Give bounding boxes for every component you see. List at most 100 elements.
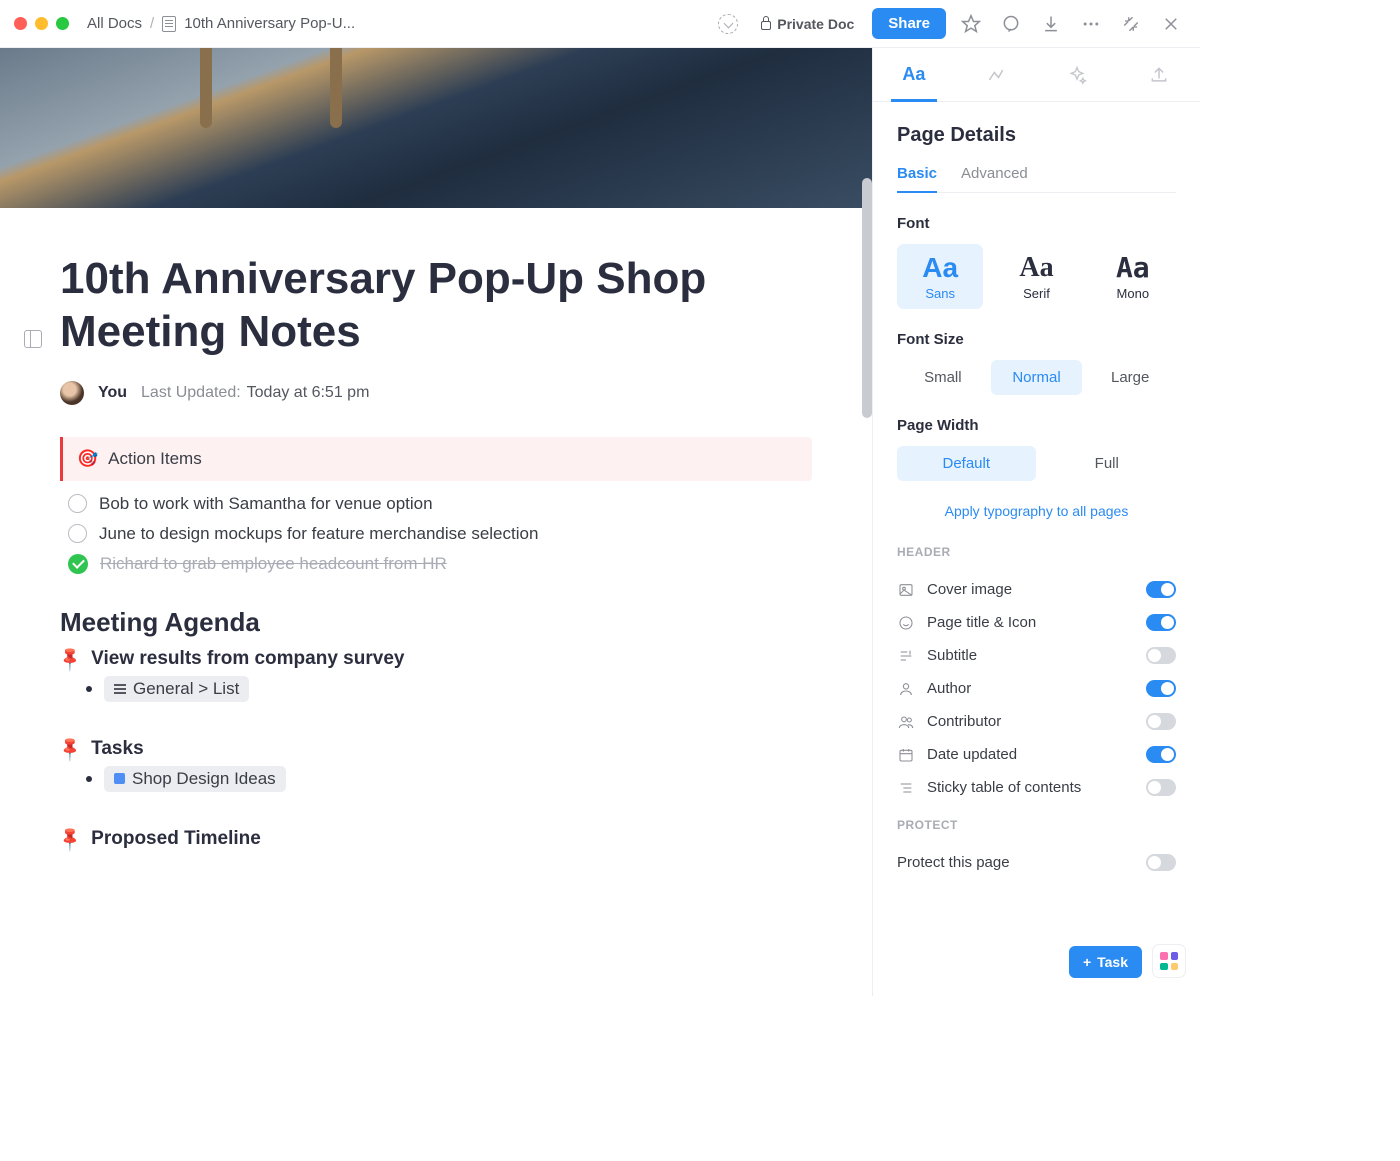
page-title[interactable]: 10th Anniversary Pop-Up Shop Meeting Not… bbox=[60, 253, 812, 359]
bullet-icon bbox=[86, 686, 92, 692]
calendar-icon bbox=[897, 747, 915, 763]
pin-icon: 📌 bbox=[56, 644, 85, 673]
toggle-switch[interactable] bbox=[1146, 713, 1176, 730]
tab-export[interactable] bbox=[1118, 48, 1200, 101]
breadcrumb-doc-title[interactable]: 10th Anniversary Pop-U... bbox=[184, 15, 355, 32]
avatar[interactable] bbox=[60, 381, 84, 405]
heading-agenda[interactable]: Meeting Agenda bbox=[60, 607, 812, 638]
toggle-label: Cover image bbox=[927, 581, 1012, 598]
history-icon[interactable] bbox=[713, 9, 743, 39]
toc-icon bbox=[897, 780, 915, 796]
collapse-icon[interactable] bbox=[1116, 9, 1146, 39]
maximize-window-icon[interactable] bbox=[56, 17, 69, 30]
image-icon bbox=[897, 582, 915, 598]
toggle-switch[interactable] bbox=[1146, 779, 1176, 796]
pin-row-survey[interactable]: 📌 View results from company survey bbox=[60, 648, 812, 670]
action-items-callout[interactable]: 🎯 Action Items bbox=[60, 437, 812, 481]
toggle-switch[interactable] bbox=[1146, 746, 1176, 763]
subtitle-icon bbox=[897, 648, 915, 664]
font-serif[interactable]: AaSerif bbox=[993, 244, 1079, 309]
scrollbar[interactable] bbox=[862, 178, 872, 418]
checkbox-icon[interactable] bbox=[68, 494, 87, 513]
privacy-button[interactable]: Private Doc bbox=[753, 11, 862, 37]
cover-image[interactable] bbox=[0, 48, 872, 208]
width-section-label: Page Width bbox=[897, 417, 1176, 434]
close-panel-icon[interactable] bbox=[1156, 9, 1186, 39]
favorite-icon[interactable] bbox=[956, 9, 986, 39]
breadcrumb-root[interactable]: All Docs bbox=[87, 15, 142, 32]
pin-row-timeline[interactable]: 📌 Proposed Timeline bbox=[60, 828, 812, 850]
toggle-label: Author bbox=[927, 680, 971, 697]
size-large[interactable]: Large bbox=[1084, 360, 1176, 395]
author-name: You bbox=[98, 384, 127, 402]
comment-icon[interactable] bbox=[996, 9, 1026, 39]
checkbox-checked-icon[interactable] bbox=[68, 554, 88, 574]
bullet-icon bbox=[86, 776, 92, 782]
width-full[interactable]: Full bbox=[1038, 446, 1177, 481]
new-task-button[interactable]: + Task bbox=[1069, 946, 1142, 978]
header-group-label: HEADER bbox=[897, 545, 1176, 559]
fontsize-section-label: Font Size bbox=[897, 331, 1176, 348]
toggle-protect[interactable] bbox=[1146, 854, 1176, 871]
checklist: Bob to work with Samantha for venue opti… bbox=[60, 489, 812, 579]
panel-title: Page Details bbox=[897, 124, 1176, 147]
width-default[interactable]: Default bbox=[897, 446, 1036, 481]
toggle-row: Subtitle bbox=[897, 639, 1176, 672]
toggle-switch[interactable] bbox=[1146, 680, 1176, 697]
list-item[interactable]: General > List bbox=[60, 676, 812, 702]
toggle-row: Sticky table of contents bbox=[897, 771, 1176, 804]
window-controls[interactable] bbox=[14, 17, 69, 30]
toggle-switch[interactable] bbox=[1146, 581, 1176, 598]
task-chip[interactable]: Shop Design Ideas bbox=[104, 766, 286, 792]
checklist-item[interactable]: June to design mockups for feature merch… bbox=[60, 519, 812, 549]
download-icon[interactable] bbox=[1036, 9, 1066, 39]
toggle-row: Date updated bbox=[897, 738, 1176, 771]
font-mono[interactable]: AaMono bbox=[1090, 244, 1176, 309]
page-details-panel: Aa Page Details Basic Advanced Font AaSa… bbox=[872, 48, 1200, 996]
share-button[interactable]: Share bbox=[872, 8, 946, 39]
task-status-icon bbox=[114, 773, 125, 784]
toggle-label: Contributor bbox=[927, 713, 1001, 730]
breadcrumb: All Docs / 10th Anniversary Pop-U... bbox=[87, 15, 355, 32]
callout-label: Action Items bbox=[108, 449, 202, 469]
view-chip[interactable]: General > List bbox=[104, 676, 249, 702]
list-item[interactable]: Shop Design Ideas bbox=[60, 766, 812, 792]
updated-value: Today at 6:51 pm bbox=[247, 384, 370, 402]
toggle-row-protect: Protect this page bbox=[897, 846, 1176, 879]
minimize-window-icon[interactable] bbox=[35, 17, 48, 30]
checklist-item[interactable]: Richard to grab employee headcount from … bbox=[60, 549, 812, 579]
toggle-row: Page title & Icon bbox=[897, 606, 1176, 639]
more-icon[interactable] bbox=[1076, 9, 1106, 39]
tab-stats[interactable] bbox=[955, 48, 1037, 101]
people-icon bbox=[897, 714, 915, 730]
lock-icon bbox=[761, 21, 771, 30]
subtab-advanced[interactable]: Advanced bbox=[961, 165, 1028, 192]
toggle-label: Page title & Icon bbox=[927, 614, 1036, 631]
font-section-label: Font bbox=[897, 215, 1176, 232]
breadcrumb-separator: / bbox=[150, 15, 154, 32]
tab-ai[interactable] bbox=[1037, 48, 1119, 101]
tab-typography[interactable]: Aa bbox=[873, 48, 955, 101]
toggle-switch[interactable] bbox=[1146, 647, 1176, 664]
apps-button[interactable] bbox=[1152, 944, 1186, 978]
checklist-item[interactable]: Bob to work with Samantha for venue opti… bbox=[60, 489, 812, 519]
size-small[interactable]: Small bbox=[897, 360, 989, 395]
plus-icon: + bbox=[1083, 954, 1091, 970]
doc-meta: You Last Updated: Today at 6:51 pm bbox=[60, 381, 812, 405]
subtab-basic[interactable]: Basic bbox=[897, 165, 937, 192]
toggle-label: Date updated bbox=[927, 746, 1017, 763]
toggle-row: Author bbox=[897, 672, 1176, 705]
updated-prefix: Last Updated: bbox=[141, 384, 241, 402]
toggle-switch[interactable] bbox=[1146, 614, 1176, 631]
size-normal[interactable]: Normal bbox=[991, 360, 1083, 395]
close-window-icon[interactable] bbox=[14, 17, 27, 30]
person-icon bbox=[897, 681, 915, 697]
pin-row-tasks[interactable]: 📌 Tasks bbox=[60, 738, 812, 760]
doc-icon bbox=[162, 16, 176, 32]
sidebar-toggle-icon[interactable] bbox=[24, 330, 42, 348]
toggle-row: Contributor bbox=[897, 705, 1176, 738]
font-sans[interactable]: AaSans bbox=[897, 244, 983, 309]
checkbox-icon[interactable] bbox=[68, 524, 87, 543]
pin-icon: 📌 bbox=[56, 734, 85, 763]
apply-typography-link[interactable]: Apply typography to all pages bbox=[897, 503, 1176, 519]
